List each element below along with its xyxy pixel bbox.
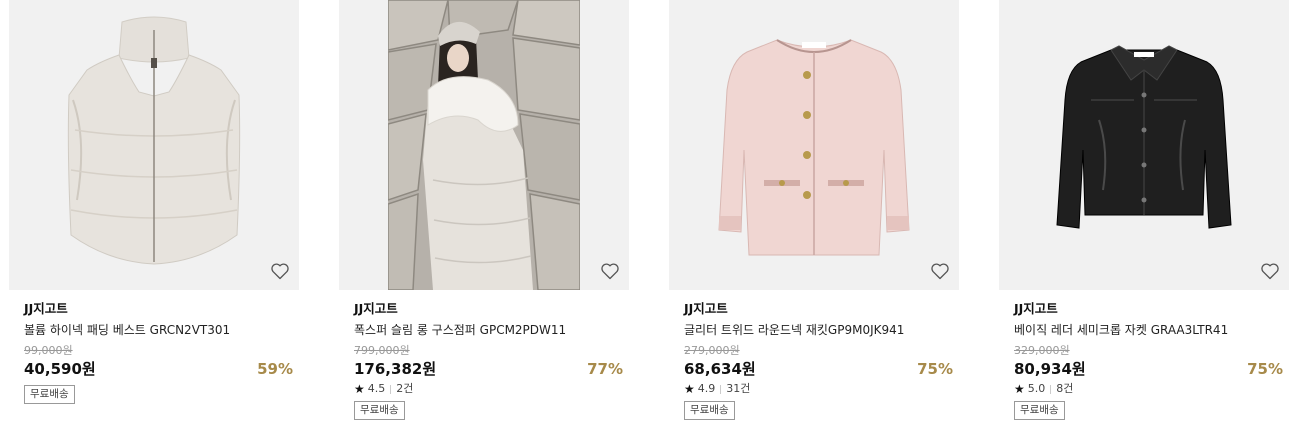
divider [1050, 384, 1052, 394]
product-card[interactable]: JJ지고트 글리터 트위드 라운드넥 재킷GP9M0JK941 279,000원… [669, 0, 959, 446]
product-card[interactable]: JJ지고트 볼륨 하이넥 패딩 베스트 GRCN2VT301 99,000원 4… [9, 0, 299, 446]
star-icon: ★ [354, 382, 365, 396]
free-shipping-badge: 무료배송 [24, 385, 75, 404]
tweed-jacket-image [669, 0, 959, 290]
product-info: JJ지고트 폭스퍼 슬림 롱 구스점퍼 GPCM2PDW11 799,000원 … [339, 301, 629, 420]
brand-name[interactable]: JJ지고트 [354, 301, 629, 317]
product-name[interactable]: 볼륨 하이넥 패딩 베스트 GRCN2VT301 [24, 322, 299, 338]
wishlist-heart-icon[interactable] [1260, 261, 1280, 281]
price-row: 68,634원 75% [684, 359, 959, 379]
divider [720, 384, 722, 394]
product-info: JJ지고트 글리터 트위드 라운드넥 재킷GP9M0JK941 279,000원… [669, 301, 959, 420]
price-row: 176,382원 77% [354, 359, 629, 379]
rating-score: 4.9 [697, 382, 716, 395]
product-name[interactable]: 폭스퍼 슬림 롱 구스점퍼 GPCM2PDW11 [354, 322, 629, 338]
price-row: 80,934원 75% [1014, 359, 1289, 379]
rating-row: ★ 5.0 8건 [1014, 381, 1289, 397]
rating-row: ★ 4.5 2건 [354, 381, 629, 397]
review-count[interactable]: 2건 [396, 381, 413, 397]
wishlist-heart-icon[interactable] [270, 261, 290, 281]
sale-price: 40,590원 [24, 360, 96, 378]
original-price: 329,000원 [1014, 344, 1070, 357]
free-shipping-badge: 무료배송 [354, 401, 405, 420]
product-image[interactable] [339, 0, 629, 290]
discount-rate: 59% [257, 360, 293, 378]
discount-rate: 75% [1247, 360, 1283, 378]
product-image[interactable] [669, 0, 959, 290]
discount-rate: 75% [917, 360, 953, 378]
sale-price: 68,634원 [684, 360, 756, 378]
model-photo [388, 0, 580, 290]
product-name[interactable]: 베이직 레더 세미크롭 자켓 GRAA3LTR41 [1014, 322, 1289, 338]
wishlist-heart-icon[interactable] [600, 261, 620, 281]
rating-score: 4.5 [367, 382, 386, 395]
free-shipping-badge: 무료배송 [1014, 401, 1065, 420]
brand-name[interactable]: JJ지고트 [1014, 301, 1289, 317]
sale-price: 176,382원 [354, 360, 437, 378]
wishlist-heart-icon[interactable] [930, 261, 950, 281]
product-name[interactable]: 글리터 트위드 라운드넥 재킷GP9M0JK941 [684, 322, 959, 338]
discount-rate: 77% [587, 360, 623, 378]
product-image[interactable] [999, 0, 1289, 290]
rating-row: ★ 4.9 31건 [684, 381, 959, 397]
rating-score: 5.0 [1027, 382, 1046, 395]
review-count[interactable]: 8건 [1056, 381, 1073, 397]
fur-puffer-image [388, 0, 580, 290]
product-card[interactable]: JJ지고트 베이직 레더 세미크롭 자켓 GRAA3LTR41 329,000원… [999, 0, 1289, 446]
product-image[interactable] [9, 0, 299, 290]
product-grid: JJ지고트 볼륨 하이넥 패딩 베스트 GRCN2VT301 99,000원 4… [0, 0, 1296, 446]
product-info: JJ지고트 볼륨 하이넥 패딩 베스트 GRCN2VT301 99,000원 4… [9, 301, 299, 404]
original-price: 799,000원 [354, 344, 410, 357]
brand-name[interactable]: JJ지고트 [24, 301, 299, 317]
original-price: 279,000원 [684, 344, 740, 357]
sale-price: 80,934원 [1014, 360, 1086, 378]
divider [390, 384, 392, 394]
padded-vest-image [9, 0, 299, 290]
free-shipping-badge: 무료배송 [684, 401, 735, 420]
original-price: 99,000원 [24, 344, 73, 357]
product-info: JJ지고트 베이직 레더 세미크롭 자켓 GRAA3LTR41 329,000원… [999, 301, 1289, 420]
review-count[interactable]: 31건 [726, 381, 750, 397]
star-icon: ★ [1014, 382, 1025, 396]
price-row: 40,590원 59% [24, 359, 299, 379]
brand-name[interactable]: JJ지고트 [684, 301, 959, 317]
leather-jacket-image [999, 0, 1289, 290]
product-card[interactable]: JJ지고트 폭스퍼 슬림 롱 구스점퍼 GPCM2PDW11 799,000원 … [339, 0, 629, 446]
star-icon: ★ [684, 382, 695, 396]
